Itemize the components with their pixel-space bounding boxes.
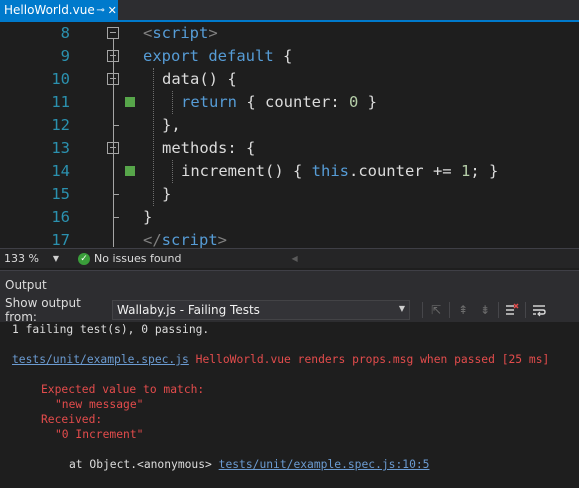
show-output-label: Show output from: xyxy=(5,296,81,324)
output-panel-title: Output xyxy=(5,277,47,292)
code-token: return xyxy=(181,93,237,111)
code-line-13: 13 methods: { xyxy=(0,137,579,160)
find-message-icon[interactable]: ⇱ xyxy=(425,300,447,320)
received-label: Received: xyxy=(41,413,103,426)
tab-helloworld-vue[interactable]: HelloWorld.vue ⊸ ✕ xyxy=(0,0,118,20)
editor-tab-bar: HelloWorld.vue ⊸ ✕ xyxy=(0,0,579,22)
collapse-icon[interactable] xyxy=(107,73,119,85)
editor-status-bar: 133 % ▼ ✓ No issues found ◀ xyxy=(0,248,579,268)
chevron-down-icon[interactable]: ▼ xyxy=(42,254,70,263)
test-coverage-marker xyxy=(125,166,135,176)
failing-test-line: tests/unit/example.spec.js HelloWorld.vu… xyxy=(12,352,549,367)
output-panel-header: Output xyxy=(0,270,579,298)
code-line-10: 10 data() { xyxy=(0,68,579,91)
code-token: this xyxy=(311,162,349,180)
code-token: export default xyxy=(143,47,274,65)
code-line-15: 15 } xyxy=(0,183,579,206)
code-line-9: 9 export default { xyxy=(0,45,579,68)
code-token: < xyxy=(143,24,153,42)
code-token: > xyxy=(217,231,228,248)
pin-icon[interactable]: ⊸ xyxy=(95,5,107,16)
output-summary: 1 failing test(s), 0 passing. xyxy=(12,323,210,336)
test-description: HelloWorld.vue renders props.msg when pa… xyxy=(188,353,550,366)
fold-end xyxy=(113,125,119,126)
code-token: 1 xyxy=(460,162,471,180)
line-number: 12 xyxy=(51,116,70,134)
issues-indicator[interactable]: ✓ No issues found xyxy=(78,252,181,265)
code-token: { xyxy=(273,47,293,65)
output-text-area[interactable]: 1 failing test(s), 0 passing. tests/unit… xyxy=(0,322,579,488)
line-number: 15 xyxy=(51,185,70,203)
line-number: 9 xyxy=(60,47,70,65)
code-text: data() { xyxy=(162,70,237,88)
code-text: } xyxy=(143,208,153,226)
stack-trace-link[interactable]: tests/unit/example.spec.js:10:5 xyxy=(219,458,430,471)
code-line-16: 16 } xyxy=(0,206,579,229)
code-token: script xyxy=(152,24,209,42)
code-token: increment() { xyxy=(181,162,312,180)
expected-value: "new message" xyxy=(55,398,144,411)
test-coverage-marker xyxy=(125,97,135,107)
code-line-12: 12 }, xyxy=(0,114,579,137)
code-token: > xyxy=(208,24,218,42)
code-line-8: 8 <script> xyxy=(0,22,579,45)
clear-all-icon[interactable] xyxy=(501,300,523,320)
code-token: 0 xyxy=(348,93,359,111)
scroll-left-icon[interactable]: ◀ xyxy=(291,254,297,263)
previous-message-icon[interactable]: ⇞ xyxy=(452,300,474,320)
issues-text: No issues found xyxy=(94,252,182,265)
code-token: script xyxy=(161,231,218,248)
code-line-11: 11 return { counter: 0 } xyxy=(0,91,579,114)
chevron-down-icon: ▼ xyxy=(398,304,405,313)
line-number: 11 xyxy=(51,93,70,111)
code-line-17: 17 </script> xyxy=(0,229,579,248)
tab-label: HelloWorld.vue xyxy=(4,3,95,17)
expected-label: Expected value to match: xyxy=(41,383,205,396)
code-text: } xyxy=(162,185,172,203)
close-icon[interactable]: ✕ xyxy=(106,4,118,17)
check-circle-icon: ✓ xyxy=(78,252,90,265)
line-number: 16 xyxy=(51,208,70,226)
stack-trace-prefix: at Object.<anonymous> xyxy=(69,458,219,471)
zoom-level[interactable]: 133 % xyxy=(0,252,42,265)
received-value: "0 Increment" xyxy=(55,428,144,441)
output-toolbar: Show output from: Wallaby.js - Failing T… xyxy=(0,296,579,324)
code-text: methods: { xyxy=(162,139,256,157)
line-number: 13 xyxy=(51,139,70,157)
collapse-icon[interactable] xyxy=(107,50,119,62)
fold-end xyxy=(113,217,119,218)
line-number: 10 xyxy=(51,70,70,88)
stack-trace-line: at Object.<anonymous> tests/unit/example… xyxy=(69,457,429,472)
line-number: 8 xyxy=(60,24,70,42)
test-file-link[interactable]: tests/unit/example.spec.js xyxy=(12,353,189,366)
output-source-select[interactable]: Wallaby.js - Failing Tests ▼ xyxy=(112,300,410,320)
output-source-value: Wallaby.js - Failing Tests xyxy=(117,303,260,317)
code-token: </ xyxy=(143,231,162,248)
word-wrap-icon[interactable] xyxy=(528,300,550,320)
code-token: { counter: xyxy=(237,93,349,111)
code-editor[interactable]: 8 <script> 9 export default { 10 data() … xyxy=(0,22,579,248)
code-token: } xyxy=(358,93,377,111)
code-line-14: 14 increment() { this.counter += 1; } xyxy=(0,160,579,183)
line-number: 14 xyxy=(51,162,70,180)
collapse-icon[interactable] xyxy=(107,27,119,39)
fold-end xyxy=(113,194,119,195)
line-number: 17 xyxy=(51,231,70,248)
code-token: ; } xyxy=(470,162,499,180)
next-message-icon[interactable]: ⇟ xyxy=(474,300,496,320)
code-text: }, xyxy=(162,116,181,134)
collapse-icon[interactable] xyxy=(107,142,119,154)
code-token: .counter += xyxy=(348,162,461,180)
